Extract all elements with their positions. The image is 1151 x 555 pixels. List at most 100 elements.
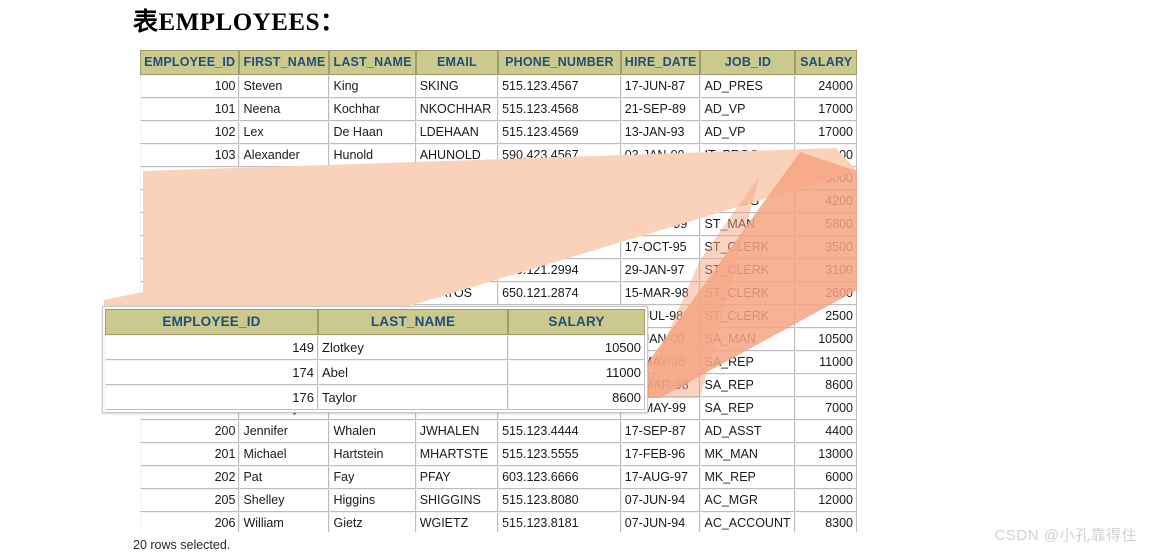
cell-last-name: Higgins	[329, 489, 416, 512]
cell-phone-number: 590.423.4568	[498, 167, 621, 190]
cell-hire-date: 03-JAN-90	[620, 144, 701, 167]
result-column-header-last-name[interactable]: LAST_NAME	[318, 309, 508, 335]
cell-phone-number: 515.123.5555	[498, 443, 621, 466]
cell-salary: 24000	[795, 75, 857, 98]
result-column-header-salary[interactable]: SALARY	[508, 309, 645, 335]
result-cell-salary: 8600	[508, 385, 645, 410]
table-row[interactable]: 107 Diana Lorentz DLORENTZ 590.423.5567 07-FE…	[140, 190, 857, 213]
cell-email: SHIGGINS	[415, 489, 499, 512]
cell-salary: 11000	[795, 351, 857, 374]
column-header-phone-number[interactable]: PHONE_NUMBER	[498, 50, 621, 75]
cell-hire-date: 07-JUN-94	[620, 512, 701, 532]
result-column-header-employee-id[interactable]: EMPLOYEE_ID	[105, 309, 318, 335]
cell-first-name: Curtis	[239, 259, 330, 282]
query-result-table: EMPLOYEE_ID LAST_NAME SALARY 149 Zlotkey 1…	[105, 309, 645, 410]
table-row[interactable]: 202 Pat Fay PFAY 603.123.6666 17-AUG-97 MK_REP…	[140, 466, 857, 489]
cell-job-id: AD_VP	[700, 98, 796, 121]
cell-salary: 3500	[795, 236, 857, 259]
cell-salary: 10500	[795, 328, 857, 351]
table-header-row: EMPLOYEE_ID LAST_NAME SALARY	[105, 309, 645, 335]
cell-phone-number: 515.123.4444	[498, 420, 621, 443]
cell-first-name: Trenna	[239, 236, 330, 259]
table-row[interactable]: 201 Michael Hartstein MHARTSTE 515.123.5555 1…	[140, 443, 857, 466]
table-row[interactable]: 104 Bruce Ernst BERNST 590.423.4568 21-MAY-91…	[140, 167, 857, 190]
cell-phone-number: 515.123.8080	[498, 489, 621, 512]
cell-hire-date: 17-JUN-87	[620, 75, 701, 98]
cell-phone-number: 650.121.8009	[498, 236, 621, 259]
cell-phone-number: 590.423.4567	[498, 144, 621, 167]
result-table-header: EMPLOYEE_ID LAST_NAME SALARY	[105, 309, 645, 335]
cell-employee-id: 104	[140, 167, 240, 190]
cell-email: JWHALEN	[415, 420, 499, 443]
table-row[interactable]: 200 Jennifer Whalen JWHALEN 515.123.4444 17-S…	[140, 420, 857, 443]
cell-job-id: IT_PROG	[700, 144, 796, 167]
cell-email: MHARTSTE	[415, 443, 499, 466]
cell-phone-number: 650.121.2874	[498, 282, 621, 305]
cell-salary: 9000	[795, 144, 857, 167]
column-header-job-id[interactable]: JOB_ID	[700, 50, 796, 75]
rows-selected-status: 20 rows selected.	[133, 538, 231, 552]
cell-employee-id: 143	[140, 282, 240, 305]
table-row[interactable]: 142 Curtis Davies CDAVIES 650.121.2994 29-JAN…	[140, 259, 857, 282]
cell-salary: 17000	[795, 121, 857, 144]
cell-job-id: ST_CLERK	[700, 305, 796, 328]
cell-last-name: Rajs	[329, 236, 416, 259]
cell-job-id: ST_CLERK	[700, 282, 796, 305]
column-header-email[interactable]: EMAIL	[415, 50, 499, 75]
cell-phone-number: 515.123.4568	[498, 98, 621, 121]
cell-first-name: Pat	[239, 466, 330, 489]
cell-job-id: SA_REP	[700, 397, 796, 420]
cell-first-name: Shelley	[239, 489, 330, 512]
cell-employee-id: 205	[140, 489, 240, 512]
cell-salary: 8600	[795, 374, 857, 397]
cell-last-name: Whalen	[329, 420, 416, 443]
cell-job-id: AD_ASST	[700, 420, 796, 443]
column-header-first-name[interactable]: FIRST_NAME	[239, 50, 330, 75]
cell-first-name: Jennifer	[239, 420, 330, 443]
column-header-employee-id[interactable]: EMPLOYEE_ID	[140, 50, 240, 75]
table-row[interactable]: 206 William Gietz WGIETZ 515.123.8181 07-JUN-…	[140, 512, 857, 532]
cell-hire-date: 29-JAN-97	[620, 259, 701, 282]
table-row[interactable]: 124 Kevin Mourgos KMOURGOS 650.123.5234 16-NO…	[140, 213, 857, 236]
list-item[interactable]: 149 Zlotkey 10500	[105, 335, 645, 360]
cell-last-name: Ernst	[329, 167, 416, 190]
cell-job-id: SA_MAN	[700, 328, 796, 351]
list-item[interactable]: 174 Abel 11000	[105, 360, 645, 385]
cell-hire-date: 13-JAN-93	[620, 121, 701, 144]
cell-last-name: Davies	[329, 259, 416, 282]
cell-employee-id: 100	[140, 75, 240, 98]
table-row[interactable]: 100 Steven King SKING 515.123.4567 17-JUN-87 A…	[140, 75, 857, 98]
cell-job-id: ST_CLERK	[700, 259, 796, 282]
query-result-panel: EMPLOYEE_ID LAST_NAME SALARY 149 Zlotkey 1…	[102, 306, 648, 413]
cell-phone-number: 515.123.4567	[498, 75, 621, 98]
table-row[interactable]: 102 Lex De Haan LDEHAAN 515.123.4569 13-JAN-9…	[140, 121, 857, 144]
cell-job-id: IT_PROG	[700, 190, 796, 213]
cell-hire-date: 07-FEB-99	[620, 190, 701, 213]
table-row[interactable]: 143 Randall Matos RMATOS 650.121.2874 15-MAR-…	[140, 282, 857, 305]
list-item[interactable]: 176 Taylor 8600	[105, 385, 645, 410]
cell-job-id: ST_MAN	[700, 213, 796, 236]
column-header-hire-date[interactable]: HIRE_DATE	[620, 50, 701, 75]
table-row[interactable]: 103 Alexander Hunold AHUNOLD 590.423.4567 03-…	[140, 144, 857, 167]
cell-job-id: AC_ACCOUNT	[700, 512, 796, 532]
cell-employee-id: 102	[140, 121, 240, 144]
table-row[interactable]: 205 Shelley Higgins SHIGGINS 515.123.8080 07-…	[140, 489, 857, 512]
cell-salary: 4400	[795, 420, 857, 443]
cell-last-name: Kochhar	[329, 98, 416, 121]
table-row[interactable]: 101 Neena Kochhar NKOCHHAR 515.123.4568 21-SE…	[140, 98, 857, 121]
result-cell-salary: 11000	[508, 360, 645, 385]
cell-job-id: ST_CLERK	[700, 236, 796, 259]
column-header-salary[interactable]: SALARY	[795, 50, 857, 75]
cell-salary: 6000	[795, 466, 857, 489]
cell-salary: 5800	[795, 213, 857, 236]
cell-job-id: SA_REP	[700, 351, 796, 374]
cell-salary: 4200	[795, 190, 857, 213]
cell-employee-id: 141	[140, 236, 240, 259]
cell-employee-id: 202	[140, 466, 240, 489]
cell-first-name: Michael	[239, 443, 330, 466]
cell-employee-id: 201	[140, 443, 240, 466]
cell-last-name: King	[329, 75, 416, 98]
table-row[interactable]: 141 Trenna Rajs TRAJS 650.121.8009 17-OCT-95 S…	[140, 236, 857, 259]
column-header-last-name[interactable]: LAST_NAME	[329, 50, 416, 75]
cell-phone-number: 650.123.5234	[498, 213, 621, 236]
